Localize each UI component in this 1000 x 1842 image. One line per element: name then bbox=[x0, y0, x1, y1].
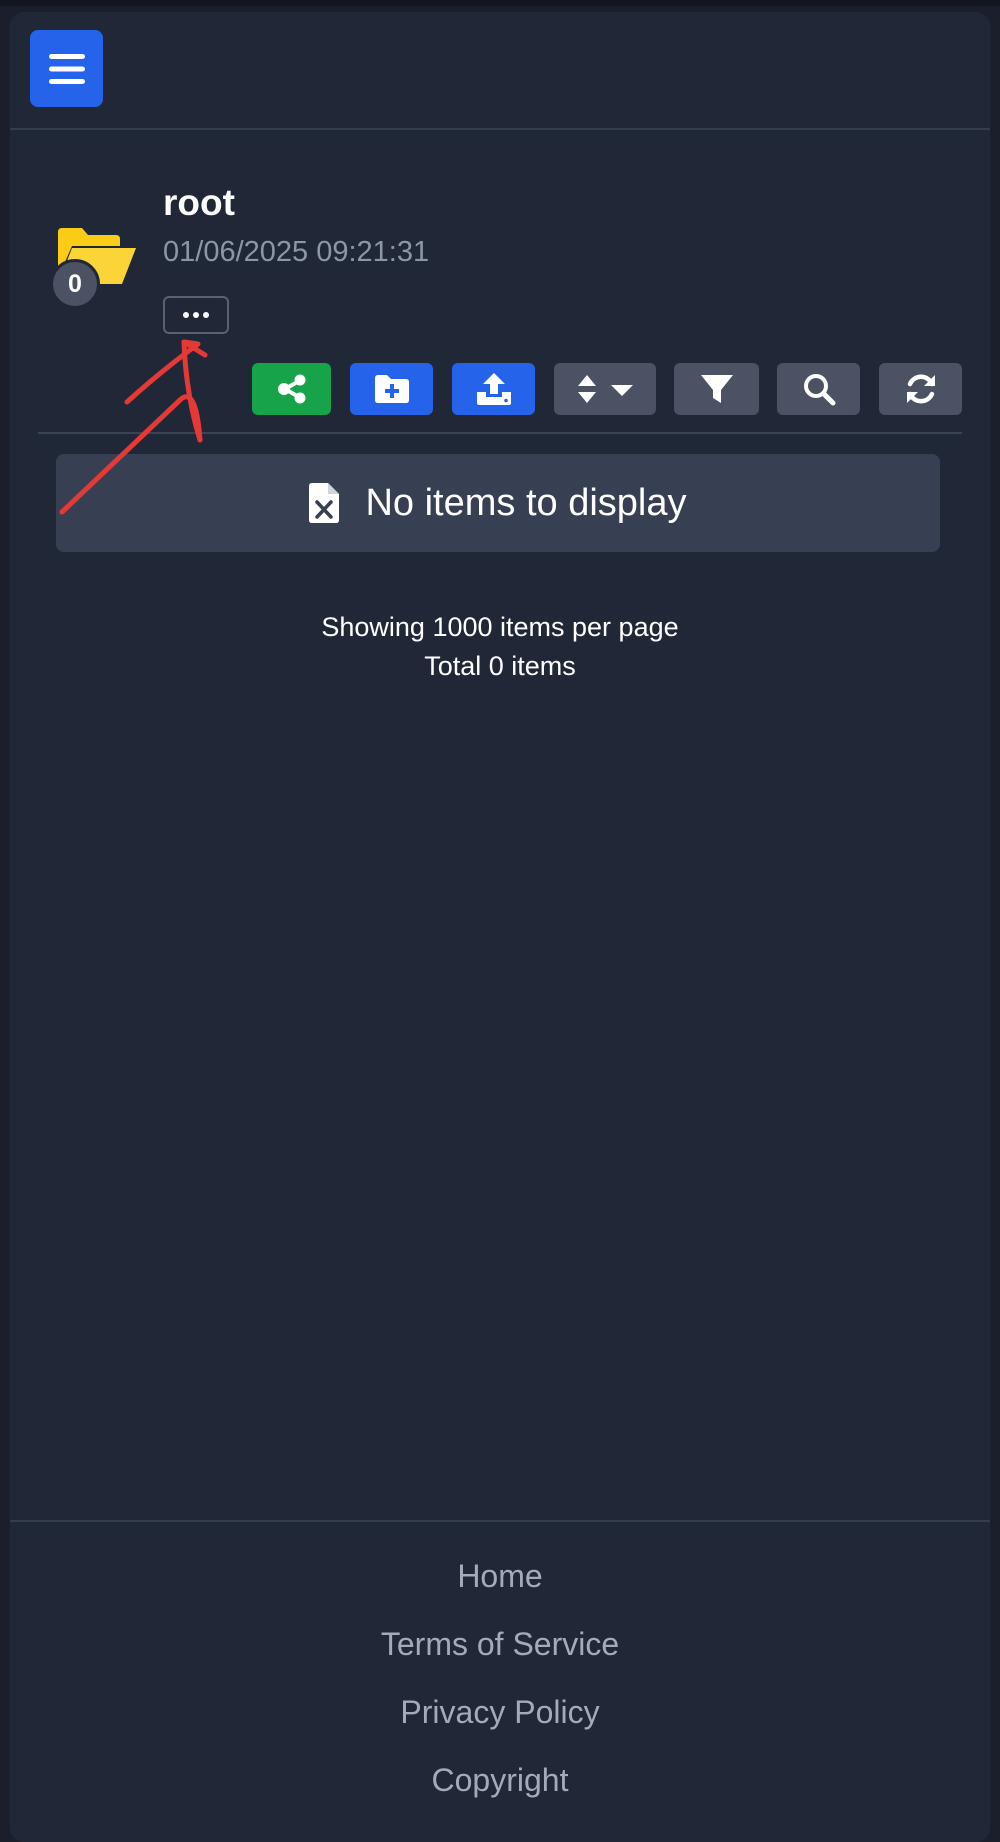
search-button[interactable] bbox=[777, 363, 860, 415]
filter-button[interactable] bbox=[674, 363, 759, 415]
folder-date: 01/06/2025 09:21:31 bbox=[163, 236, 430, 268]
section-divider bbox=[38, 432, 962, 434]
menu-button[interactable] bbox=[30, 30, 103, 107]
refresh-icon bbox=[906, 374, 935, 404]
sort-dropdown-button[interactable] bbox=[554, 363, 656, 415]
sort-icon bbox=[578, 375, 633, 403]
toolbar bbox=[10, 363, 990, 415]
ellipsis-icon bbox=[183, 312, 209, 318]
share-icon bbox=[277, 374, 305, 404]
file-excel-icon bbox=[309, 483, 340, 523]
item-count-badge: 0 bbox=[50, 259, 100, 309]
share-button[interactable] bbox=[252, 363, 331, 415]
hamburger-icon bbox=[48, 53, 85, 84]
main-panel: 0 root 01/06/2025 09:21:31 No items to d… bbox=[10, 12, 990, 1842]
folder-plus-icon bbox=[374, 375, 409, 403]
upload-button[interactable] bbox=[452, 363, 535, 415]
search-icon bbox=[803, 374, 835, 406]
empty-state-box: No items to display bbox=[56, 454, 940, 552]
more-options-button[interactable] bbox=[163, 296, 229, 334]
new-folder-button[interactable] bbox=[350, 363, 433, 415]
footer-link-terms[interactable]: Terms of Service bbox=[10, 1626, 990, 1663]
folder-name: root bbox=[163, 182, 235, 223]
refresh-button[interactable] bbox=[879, 363, 962, 415]
footer: Home Terms of Service Privacy Policy Cop… bbox=[10, 1520, 990, 1798]
top-strip bbox=[0, 0, 1000, 6]
footer-link-privacy[interactable]: Privacy Policy bbox=[10, 1694, 990, 1731]
total-items-text: Total 0 items bbox=[424, 651, 576, 681]
paging-info: Showing 1000 items per page Total 0 item… bbox=[10, 608, 990, 686]
empty-state-message: No items to display bbox=[365, 481, 687, 524]
header bbox=[10, 12, 990, 130]
footer-link-home[interactable]: Home bbox=[10, 1558, 990, 1595]
footer-link-copyright[interactable]: Copyright bbox=[10, 1762, 990, 1799]
items-per-page-text: Showing 1000 items per page bbox=[321, 612, 679, 642]
filter-icon bbox=[700, 375, 733, 403]
upload-icon bbox=[476, 373, 511, 405]
